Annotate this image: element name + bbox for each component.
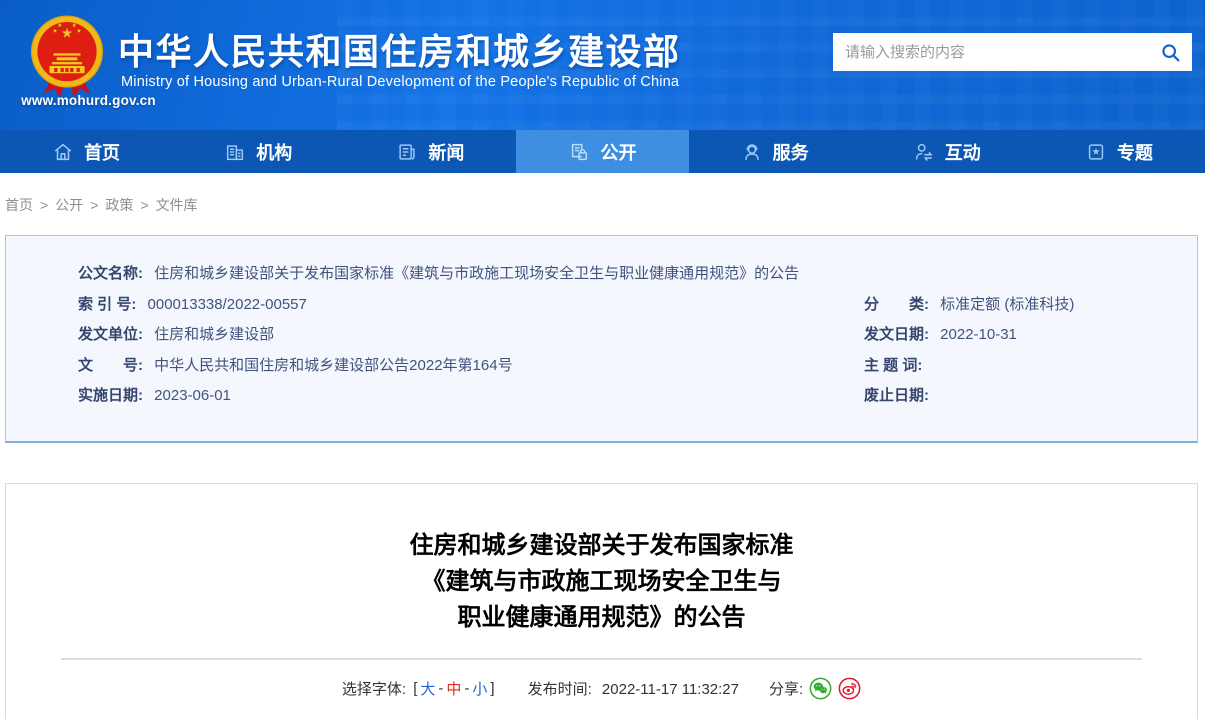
article-title: 住房和城乡建设部关于发布国家标准 《建筑与市政施工现场安全卫生与 职业健康通用规… bbox=[6, 528, 1197, 636]
national-emblem-icon bbox=[31, 15, 103, 98]
title-divider bbox=[61, 658, 1142, 660]
font-size-label: 选择字体: bbox=[341, 681, 407, 698]
meta-value-doc-number: 中华人民共和国住房和城乡建设部公告2022年第164号 bbox=[154, 356, 513, 374]
main-nav: 首页 机构 新闻 公开 服务 互动 专题 bbox=[0, 130, 1205, 173]
article-card: 住房和城乡建设部关于发布国家标准 《建筑与市政施工现场安全卫生与 职业健康通用规… bbox=[5, 483, 1198, 719]
meta-row-name: 公文名称: 住房和城乡建设部关于发布国家标准《建筑与市政施工现场安全卫生与职业健… bbox=[78, 265, 1177, 283]
publish-time-label: 发布时间: bbox=[527, 681, 592, 698]
meta-value-category: 标准定额 (标准科技) bbox=[940, 295, 1075, 313]
meta-label-effective-date: 实施日期: bbox=[78, 387, 143, 404]
nav-item-label: 互动 bbox=[944, 142, 981, 163]
meta-value-issue-date: 2022-10-31 bbox=[940, 326, 1017, 343]
font-size-small-button[interactable]: 小 bbox=[472, 678, 487, 699]
bracket-open: [ bbox=[413, 680, 418, 697]
nav-item-label: 新闻 bbox=[428, 142, 465, 163]
weibo-icon bbox=[838, 677, 861, 700]
meta-value-effective-date: 2023-06-01 bbox=[154, 387, 231, 404]
breadcrumb-separator: > bbox=[40, 197, 49, 213]
site-header: www.mohurd.gov.cn 中华人民共和国住房和城乡建设部 Minist… bbox=[0, 0, 1205, 130]
breadcrumb-current: 文件库 bbox=[155, 197, 198, 213]
meta-value-doc-name: 住房和城乡建设部关于发布国家标准《建筑与市政施工现场安全卫生与职业健康通用规范》… bbox=[154, 265, 800, 282]
service-icon bbox=[741, 141, 763, 163]
nav-item-interaction[interactable]: 互动 bbox=[861, 130, 1033, 173]
search-input[interactable] bbox=[833, 33, 1148, 71]
article-title-line: 住房和城乡建设部关于发布国家标准 bbox=[409, 532, 794, 559]
meta-label-subject-words: 主 题 词: bbox=[864, 356, 923, 374]
site-subtitle-en: Ministry of Housing and Urban-Rural Deve… bbox=[121, 74, 680, 90]
article-toolbar: 选择字体: [ 大 - 中 - 小 ] 发布时间: 2022-11-17 11:… bbox=[6, 677, 1197, 700]
meta-label-category: 分 类: bbox=[864, 295, 929, 313]
nav-item-disclosure[interactable]: 公开 bbox=[516, 130, 689, 173]
breadcrumb-policy[interactable]: 政策 bbox=[105, 197, 133, 213]
share-wechat-button[interactable] bbox=[809, 677, 832, 700]
nav-item-label: 首页 bbox=[84, 142, 121, 163]
breadcrumb: 首页 > 公开 > 政策 > 文件库 bbox=[5, 195, 198, 215]
site-url: www.mohurd.gov.cn bbox=[21, 93, 156, 108]
nav-item-service[interactable]: 服务 bbox=[689, 130, 861, 173]
breadcrumb-separator: > bbox=[90, 197, 99, 213]
topics-icon bbox=[1085, 141, 1107, 163]
breadcrumb-home[interactable]: 首页 bbox=[5, 197, 33, 213]
meta-label-index-number: 索 引 号: bbox=[78, 295, 137, 313]
meta-row: 实施日期: 2023-06-01 废止日期: bbox=[78, 387, 1177, 405]
breadcrumb-separator: > bbox=[140, 197, 149, 213]
nav-item-label: 公开 bbox=[600, 142, 637, 163]
meta-value-index-number: 000013338/2022-00557 bbox=[147, 295, 307, 313]
search-box bbox=[833, 33, 1192, 71]
nav-item-home[interactable]: 首页 bbox=[0, 130, 172, 173]
wechat-icon bbox=[809, 677, 832, 700]
meta-row: 发文单位: 住房和城乡建设部 发文日期: 2022-10-31 bbox=[78, 326, 1177, 344]
meta-label-doc-name: 公文名称: bbox=[78, 265, 143, 282]
article-title-line: 《建筑与市政施工现场安全卫生与 bbox=[421, 568, 782, 595]
news-icon bbox=[396, 141, 418, 163]
dash: - bbox=[438, 680, 444, 697]
nav-item-label: 专题 bbox=[1116, 142, 1153, 163]
meta-label-doc-number: 文 号: bbox=[78, 356, 143, 374]
disclosure-icon bbox=[568, 141, 590, 163]
nav-item-news[interactable]: 新闻 bbox=[344, 130, 516, 173]
home-icon bbox=[52, 141, 74, 163]
nav-item-label: 服务 bbox=[772, 142, 809, 163]
meta-label-issuing-unit: 发文单位: bbox=[78, 326, 143, 343]
search-button[interactable] bbox=[1148, 33, 1192, 71]
dash: - bbox=[464, 680, 470, 697]
meta-row: 文 号: 中华人民共和国住房和城乡建设部公告2022年第164号 主 题 词: bbox=[78, 357, 1177, 375]
organization-icon bbox=[224, 141, 246, 163]
nav-item-organization[interactable]: 机构 bbox=[172, 130, 344, 173]
font-size-medium-button[interactable]: 中 bbox=[446, 678, 461, 699]
article-title-line: 职业健康通用规范》的公告 bbox=[457, 604, 746, 631]
breadcrumb-disclosure[interactable]: 公开 bbox=[55, 197, 83, 213]
publish-time-value: 2022-11-17 11:32:27 bbox=[601, 681, 739, 698]
document-meta-box: 公文名称: 住房和城乡建设部关于发布国家标准《建筑与市政施工现场安全卫生与职业健… bbox=[5, 235, 1198, 443]
site-title: 中华人民共和国住房和城乡建设部 bbox=[118, 31, 681, 72]
meta-row: 索 引 号: 000013338/2022-00557 分 类: 标准定额 (标… bbox=[78, 296, 1177, 314]
meta-label-issue-date: 发文日期: bbox=[864, 326, 929, 343]
meta-value-issuing-unit: 住房和城乡建设部 bbox=[154, 326, 275, 343]
share-label: 分享: bbox=[768, 681, 804, 698]
nav-item-label: 机构 bbox=[256, 142, 293, 163]
bracket-close: ] bbox=[490, 680, 495, 697]
publish-time: 发布时间: 2022-11-17 11:32:27 bbox=[528, 678, 739, 699]
search-icon bbox=[1161, 43, 1180, 62]
interaction-icon bbox=[913, 141, 935, 163]
nav-item-topics[interactable]: 专题 bbox=[1033, 130, 1205, 173]
font-size-large-button[interactable]: 大 bbox=[420, 678, 435, 699]
meta-label-repeal-date: 废止日期: bbox=[864, 387, 929, 404]
share-group: 分享: bbox=[769, 677, 861, 700]
share-weibo-button[interactable] bbox=[838, 677, 861, 700]
